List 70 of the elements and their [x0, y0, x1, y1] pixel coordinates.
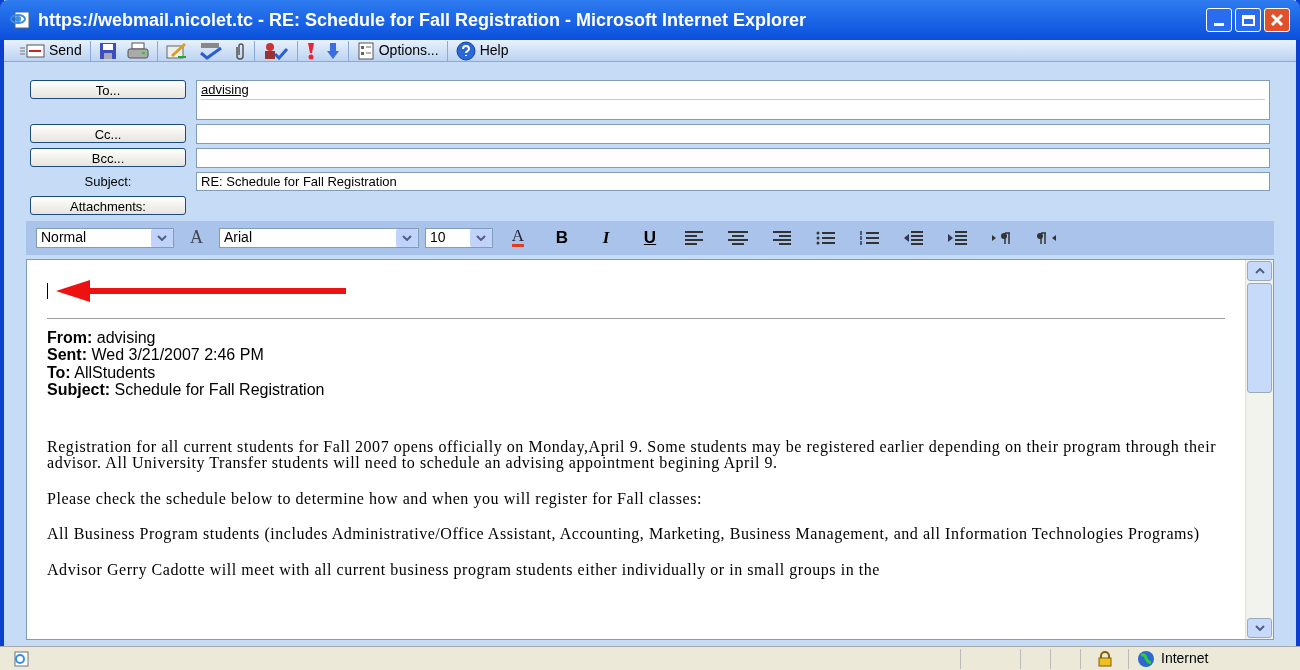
message-paragraph: Please check the schedule below to determine how and when you will register for Fall classes: [47, 490, 703, 507]
maximize-button[interactable] [1235, 8, 1261, 32]
page-icon [12, 650, 30, 667]
envelope-icon [19, 43, 45, 58]
close-button[interactable] [1264, 8, 1290, 32]
scroll-down-button[interactable] [1247, 618, 1272, 638]
bcc-button[interactable]: Bcc... [30, 148, 186, 167]
bcc-field[interactable] [196, 148, 1270, 168]
options-icon [356, 41, 375, 60]
cc-button[interactable]: Cc... [30, 124, 186, 143]
message-paragraph: All Business Program students (includes Administrative/Office Assistant, Accounting, Marketing, Business Management, and all Information Technologies Programs) [47, 526, 1201, 543]
dropdown-button[interactable] [470, 228, 492, 247]
paperclip-icon [233, 41, 246, 60]
subject-field[interactable]: RE: Schedule for Fall Registration [196, 172, 1270, 192]
quoted-header-line: Sent: Wed 3/21/2007 2:46 PM [47, 346, 265, 364]
chevron-down-icon [1254, 625, 1265, 631]
options-button[interactable]: Options... [351, 40, 444, 61]
exclamation-icon [305, 41, 316, 60]
increase-indent-icon [947, 229, 969, 246]
font-size-dropdown[interactable]: 10 [425, 227, 493, 248]
send-button[interactable]: Send [14, 40, 87, 61]
style-dropdown[interactable]: Normal [36, 227, 174, 248]
font-icon[interactable]: A [180, 224, 213, 251]
person-check-icon [262, 41, 289, 60]
pencil-icon [165, 41, 188, 60]
left-to-right-icon [991, 230, 1013, 245]
subject-label: Subject: [84, 173, 132, 191]
right-to-left-icon [1035, 230, 1057, 245]
help-icon [455, 40, 476, 61]
browser-page-icon [10, 10, 32, 30]
cc-field[interactable] [196, 124, 1270, 144]
chevron-up-icon [1254, 267, 1265, 274]
scroll-thumb[interactable] [1247, 282, 1272, 393]
dropdown-button[interactable] [396, 228, 418, 247]
italic-button[interactable]: I [587, 225, 625, 250]
align-right-icon [771, 229, 793, 246]
bulleted-list-icon [815, 229, 837, 246]
to-field[interactable]: advising [196, 80, 1270, 120]
scrollbar[interactable] [1245, 259, 1273, 639]
scroll-up-button[interactable] [1247, 260, 1272, 281]
align-center-icon [727, 229, 749, 246]
chevron-down-icon [157, 234, 167, 241]
chevron-down-icon [402, 234, 412, 241]
chevron-down-icon [476, 234, 486, 241]
font-color-button[interactable]: A [499, 225, 537, 250]
quoted-header-line: To: AllStudents [47, 363, 157, 381]
dropdown-button[interactable] [151, 228, 173, 247]
attachments-button[interactable]: Attachments: [30, 195, 186, 215]
font-dropdown[interactable]: Arial [219, 227, 419, 248]
decrease-indent-icon [903, 229, 925, 246]
security-zone-label: Internet [1161, 649, 1209, 668]
printer-icon [126, 41, 149, 60]
quoted-header-line: From: advising [47, 328, 157, 346]
minimize-button[interactable] [1206, 8, 1232, 32]
message-paragraph: Advisor Gerry Cadotte will meet with all current business program students either individually or in small groups in the [47, 561, 881, 578]
align-left-icon [683, 229, 705, 246]
help-button[interactable]: Help [450, 40, 514, 61]
quoted-header-line: Subject: Schedule for Fall Registration [47, 381, 326, 399]
text-cursor [47, 282, 48, 299]
message-paragraph: Registration for all current students for Fall 2007 opens officially on Monday,April 9. Some students may be registered earlier depending on their program through their advisor. All University Transfer students will need to schedule an advising appointment begining April 9. [47, 438, 1218, 472]
numbered-list-icon [859, 229, 881, 246]
globe-icon [1137, 649, 1155, 668]
lock-icon [1096, 650, 1113, 667]
to-button[interactable]: To... [30, 80, 186, 99]
bold-button[interactable]: B [543, 225, 581, 250]
down-arrow-icon [325, 41, 340, 60]
window-title: https://webmail.nicolet.tc - RE: Schedule for Fall Registration - Microsoft Internet Explorer [38, 8, 808, 32]
spell-check-icon [197, 41, 224, 60]
close-icon [1270, 13, 1284, 27]
underline-button[interactable]: U [631, 225, 669, 250]
